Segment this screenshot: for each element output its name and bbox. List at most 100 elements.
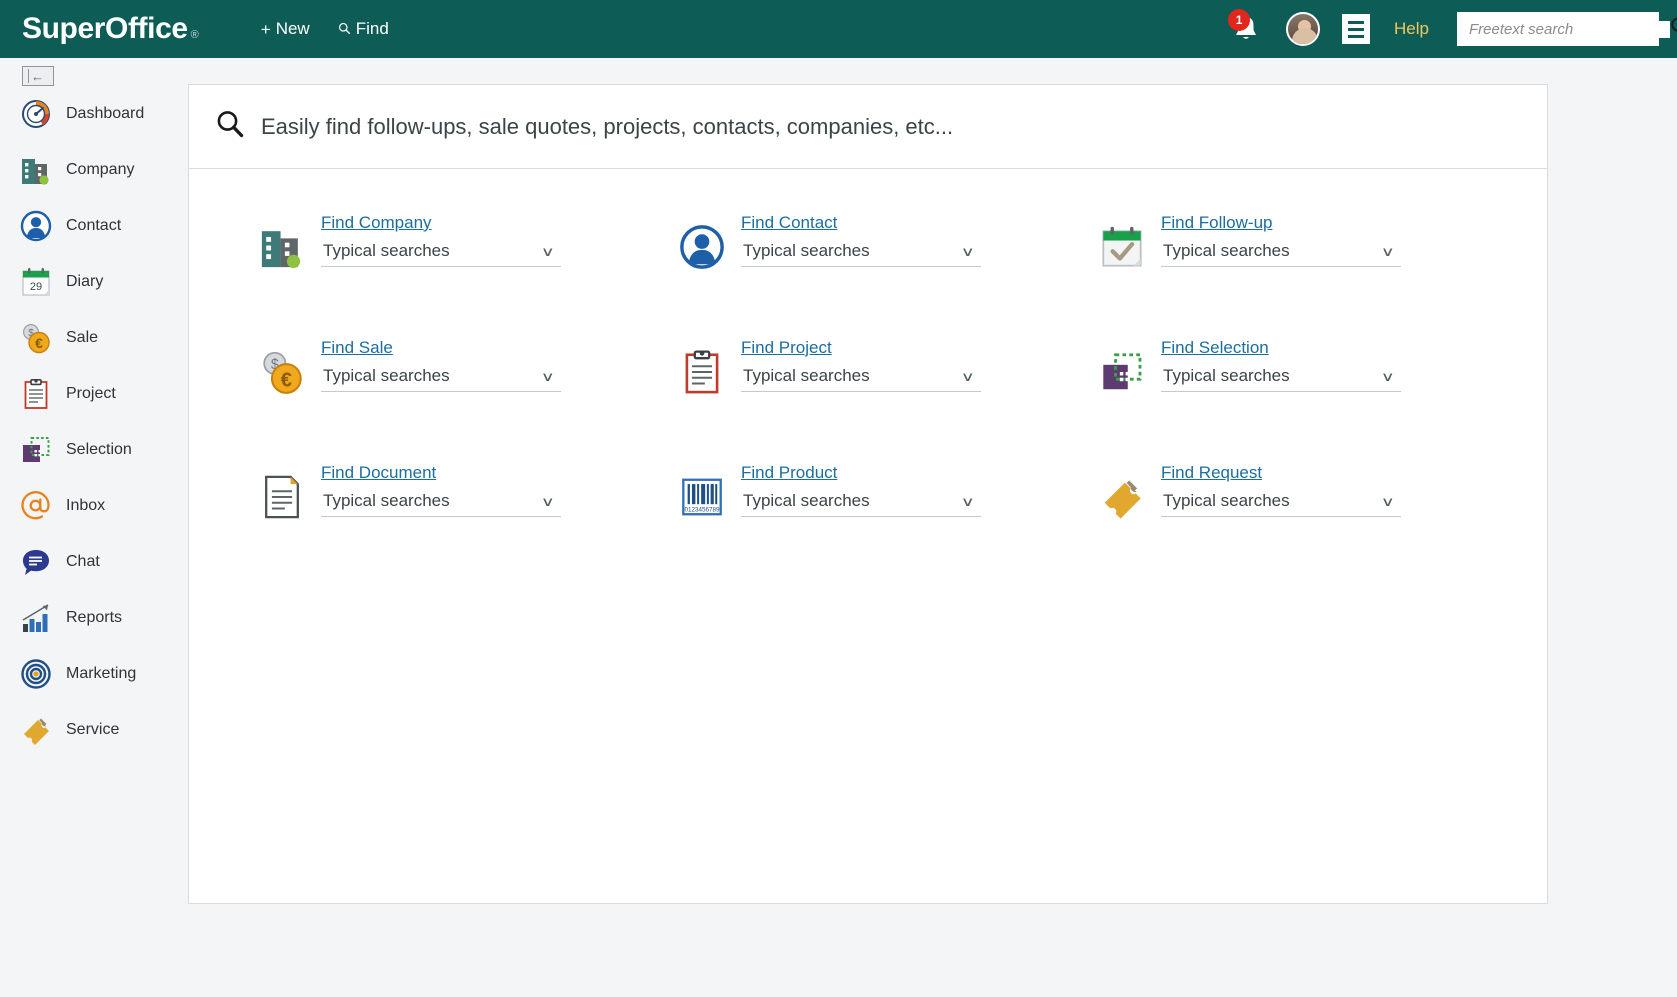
find-company-typical-searches-dropdown[interactable]: Typical searches ∨ (321, 239, 561, 267)
sidebar-item-project[interactable]: Project (0, 366, 188, 422)
sidebar-item-label: Contact (66, 217, 122, 234)
tile-find-sale: $ € Find Sale Typical searches ∨ (257, 334, 677, 459)
sidebar-item-diary[interactable]: 29 Diary (0, 254, 188, 310)
calendar-icon: 29 (20, 266, 52, 298)
find-request-link[interactable]: Find Request (1161, 463, 1262, 483)
magnifier-icon[interactable] (1670, 16, 1677, 42)
sidebar-item-label: Service (66, 721, 120, 738)
user-avatar[interactable] (1286, 12, 1321, 46)
sidebar-item-dashboard[interactable]: Dashboard (0, 86, 188, 142)
registered-mark: ® (190, 29, 199, 41)
dropdown-selected-value: Typical searches (1163, 366, 1290, 385)
find-button-label: Find (355, 19, 389, 38)
sidebar-nav-list: Dashboard Company Contact 29 Diary $ € Sale Proj… (0, 86, 188, 758)
chevron-down-icon: ∨ (1381, 243, 1396, 259)
find-document-link[interactable]: Find Document (321, 463, 436, 483)
sidebar-item-reports[interactable]: Reports (0, 590, 188, 646)
find-product-typical-searches-dropdown[interactable]: Typical searches ∨ (741, 489, 981, 517)
search-icon (338, 21, 351, 38)
find-tile-grid: Find Company Typical searches ∨ Find Contac… (189, 169, 1547, 584)
search-input[interactable] (1469, 20, 1670, 38)
sidebar-item-label: Dashboard (66, 105, 145, 122)
tile-find-product: 0123456789 Find Product Typical searches ∨ (677, 459, 1097, 584)
sidebar-item-label: Project (66, 385, 116, 402)
sidebar-item-company[interactable]: Company (0, 142, 188, 198)
tile-find-follow-up: Find Follow-up Typical searches ∨ (1097, 209, 1517, 334)
sidebar-item-chat[interactable]: Chat (0, 534, 188, 590)
find-request-typical-searches-dropdown[interactable]: Typical searches ∨ (1161, 489, 1401, 517)
magnifier-icon (215, 109, 245, 144)
svg-text:€: € (281, 369, 292, 391)
freetext-search-box[interactable] (1457, 12, 1677, 46)
dropdown-selected-value: Typical searches (323, 491, 450, 510)
sidebar-item-label: Selection (66, 441, 132, 458)
target-icon (20, 658, 52, 690)
tile-body: Find Company Typical searches ∨ (321, 209, 561, 267)
help-link[interactable]: Help (1394, 19, 1429, 39)
collapse-bar (25, 69, 29, 83)
dropdown-selected-value: Typical searches (1163, 241, 1290, 260)
find-contact-typical-searches-dropdown[interactable]: Typical searches ∨ (741, 239, 981, 267)
notifications-button[interactable]: 1 (1224, 9, 1268, 49)
find-selection-typical-searches-dropdown[interactable]: Typical searches ∨ (1161, 364, 1401, 392)
sidebar-item-label: Marketing (66, 665, 137, 682)
superoffice-logo[interactable]: SuperOffice ® (22, 12, 199, 46)
find-project-typical-searches-dropdown[interactable]: Typical searches ∨ (741, 364, 981, 392)
sidebar-item-label: Reports (66, 609, 123, 626)
gauge-icon (20, 98, 52, 130)
sidebar-item-sale[interactable]: $ € Sale (0, 310, 188, 366)
find-sale-typical-searches-dropdown[interactable]: Typical searches ∨ (321, 364, 561, 392)
new-button[interactable]: + New (261, 19, 310, 39)
menu-line (1348, 20, 1365, 24)
sidebar-item-service[interactable]: Service (0, 702, 188, 758)
tile-find-selection: Find Selection Typical searches ∨ (1097, 334, 1517, 459)
hamburger-menu-icon[interactable] (1342, 14, 1371, 44)
sidebar-item-selection[interactable]: Selection (0, 422, 188, 478)
dropdown-selected-value: Typical searches (743, 366, 870, 385)
sidebar-item-label: Sale (66, 329, 99, 346)
tile-find-request: Find Request Typical searches ∨ (1097, 459, 1517, 584)
global-search-placeholder: Easily find follow-ups, sale quotes, pro… (261, 113, 954, 139)
person-circle-icon (20, 210, 52, 242)
chevron-down-icon: ∨ (961, 493, 976, 509)
dropdown-selected-value: Typical searches (323, 241, 450, 260)
find-button[interactable]: Find (338, 19, 389, 39)
chevron-down-icon: ∨ (1381, 368, 1396, 384)
sidebar-item-label: Chat (66, 553, 100, 570)
find-document-typical-searches-dropdown[interactable]: Typical searches ∨ (321, 489, 561, 517)
find-product-link[interactable]: Find Product (741, 463, 837, 483)
find-company-link[interactable]: Find Company (321, 213, 432, 233)
chevron-down-icon: ∨ (541, 243, 556, 259)
svg-text:0123456789: 0123456789 (684, 506, 720, 513)
global-search-field[interactable]: Easily find follow-ups, sale quotes, pro… (189, 85, 1547, 169)
find-contact-link[interactable]: Find Contact (741, 213, 837, 233)
left-arrow-glyph: ← (31, 68, 44, 84)
main-content-area: Easily find follow-ups, sale quotes, pro… (188, 58, 1677, 997)
tile-body: Find Request Typical searches ∨ (1161, 459, 1401, 517)
new-button-label: New (275, 19, 310, 38)
notification-count-badge: 1 (1228, 9, 1251, 31)
menu-line (1348, 27, 1365, 31)
coins-icon: $ € (257, 346, 307, 398)
find-follow-up-link[interactable]: Find Follow-up (1161, 213, 1273, 233)
chevron-down-icon: ∨ (1381, 493, 1396, 509)
at-sign-icon (20, 490, 52, 522)
find-sale-link[interactable]: Find Sale (321, 338, 393, 358)
sidebar-item-contact[interactable]: Contact (0, 198, 188, 254)
tile-body: Find Contact Typical searches ∨ (741, 209, 981, 267)
person-circle-icon (677, 221, 727, 273)
sidebar-item-label: Inbox (66, 497, 106, 514)
logo-text: SuperOffice (22, 12, 188, 45)
find-selection-link[interactable]: Find Selection (1161, 338, 1269, 358)
ticket-icon (1097, 471, 1147, 523)
collapse-sidebar-icon[interactable]: ← (22, 66, 54, 86)
tile-body: Find Sale Typical searches ∨ (321, 334, 561, 392)
sidebar-item-inbox[interactable]: Inbox (0, 478, 188, 534)
chevron-down-icon: ∨ (541, 368, 556, 384)
coins-icon: $ € (20, 322, 52, 354)
tile-find-company: Find Company Typical searches ∨ (257, 209, 677, 334)
find-follow-up-typical-searches-dropdown[interactable]: Typical searches ∨ (1161, 239, 1401, 267)
find-project-link[interactable]: Find Project (741, 338, 832, 358)
sidebar-item-marketing[interactable]: Marketing (0, 646, 188, 702)
bar-chart-icon (20, 602, 52, 634)
